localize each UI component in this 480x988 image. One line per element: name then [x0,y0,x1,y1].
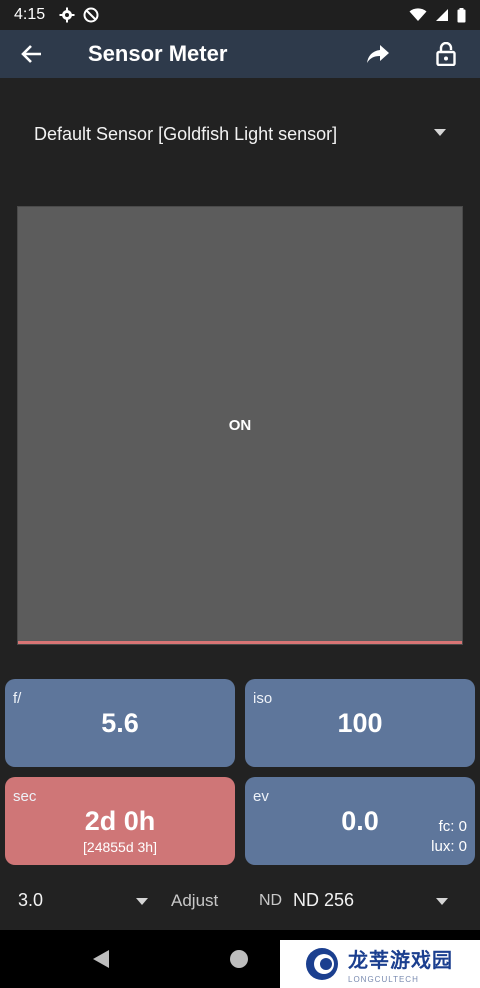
share-button[interactable] [344,30,412,78]
status-left-icons [59,7,99,23]
shutter-label: sec [13,788,37,805]
iso-value: 100 [337,708,383,738]
wifi-icon [409,8,427,21]
aperture-label: f/ [13,690,22,707]
sensor-dropdown-value: Default Sensor [Goldfish Light sensor] [34,123,338,144]
stop-dropdown-caret-icon[interactable] [136,898,148,905]
aperture-value: 5.6 [101,708,139,738]
shutter-value: 2d 0h [84,806,156,836]
ev-label: ev [253,788,269,805]
watermark: 龙莘游戏园 LONGCULTECH [280,940,480,988]
bottom-controls: 3.0 Adjust ND ND 256 [0,878,480,924]
nd-dropdown-value[interactable]: ND 256 [293,890,354,911]
lock-button[interactable] [412,30,480,78]
meter-area[interactable]: ON [17,206,463,645]
lock-open-icon [436,42,456,66]
nd-dropdown-caret-icon[interactable] [436,898,448,905]
app-bar: Sensor Meter [0,30,480,78]
watermark-logo-icon [306,948,338,980]
iso-tile[interactable]: iso 100 [245,679,475,767]
app-actions [344,30,480,78]
status-time: 4:15 [14,6,46,23]
settings-gear-icon [59,7,75,23]
status-bar: 4:15 [0,0,480,30]
page-title: Sensor Meter [88,41,228,66]
meter-level-bar [18,641,462,644]
nav-back-triangle-icon[interactable] [92,949,110,969]
watermark-text: 龙莘游戏园 LONGCULTECH [348,944,453,984]
nav-home-circle-icon[interactable] [230,950,248,968]
nd-label: ND [259,892,283,909]
shutter-sub-value: [24855d 3h] [83,839,157,855]
ev-fc-value: fc: 0 [438,818,467,835]
aperture-tile[interactable]: f/ 5.6 [5,679,235,767]
stop-dropdown-value[interactable]: 3.0 [18,890,43,911]
adjust-label: Adjust [171,891,219,910]
iso-label: iso [253,690,273,707]
ev-tile[interactable]: ev 0.0 fc: 0 lux: 0 [245,777,475,865]
dropdown-caret-icon [434,129,446,136]
battery-icon [457,7,466,22]
do-not-disturb-icon [83,7,99,23]
watermark-sub-text: LONGCULTECH [348,975,419,984]
shutter-tile[interactable]: sec 2d 0h [24855d 3h] [5,777,235,865]
share-arrow-icon [367,45,389,63]
sensor-dropdown[interactable]: Default Sensor [Goldfish Light sensor] [20,112,460,156]
arrow-back-icon [21,45,41,63]
ev-lux-value: lux: 0 [431,838,467,855]
meter-status: ON [228,417,252,434]
cell-signal-icon [436,9,448,21]
watermark-main-text: 龙莘游戏园 [348,948,453,972]
status-right-icons [409,7,466,23]
back-button[interactable] [0,30,64,78]
